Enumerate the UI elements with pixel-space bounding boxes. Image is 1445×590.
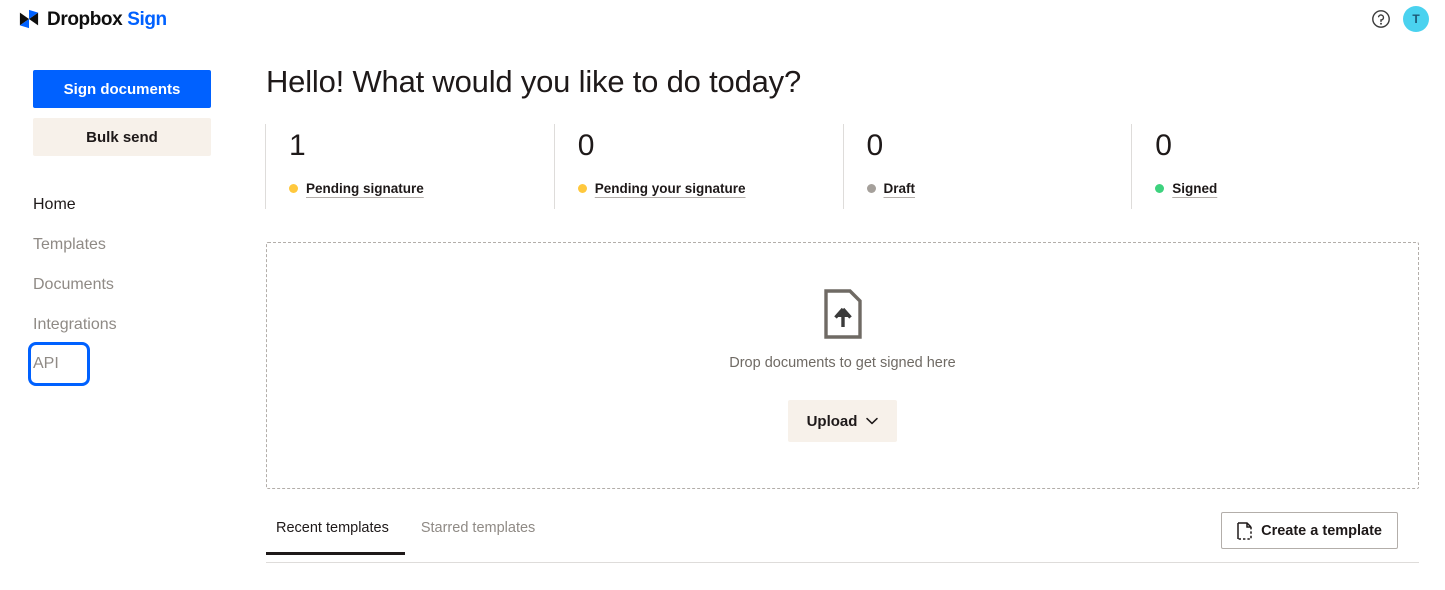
stat-card-pending-signature[interactable]: 1 Pending signature xyxy=(265,124,554,209)
stat-label[interactable]: Pending signature xyxy=(306,181,424,196)
status-dot-icon xyxy=(1155,184,1165,193)
brand-logo[interactable]: Dropbox Sign xyxy=(18,9,167,29)
new-document-icon xyxy=(1237,521,1252,540)
avatar-initial: T xyxy=(1412,12,1420,26)
create-template-button[interactable]: Create a template xyxy=(1221,512,1398,549)
stat-card-draft[interactable]: 0 Draft xyxy=(842,124,1132,209)
stat-card-signed[interactable]: 0 Signed xyxy=(1131,124,1420,209)
tab-starred-templates[interactable]: Starred templates xyxy=(405,520,551,555)
sidebar-nav: Home Templates Documents Integrations AP… xyxy=(28,185,233,386)
stat-label-row: Pending signature xyxy=(289,181,554,196)
stat-value: 0 xyxy=(577,129,595,162)
stat-label[interactable]: Signed xyxy=(1172,181,1217,196)
upload-button-label: Upload xyxy=(806,412,858,430)
templates-tabs: Recent templates Starred templates xyxy=(266,520,551,555)
tabs-divider xyxy=(266,562,1419,563)
stat-value: 0 xyxy=(1155,129,1172,162)
bulk-send-button[interactable]: Bulk send xyxy=(33,118,211,156)
stat-label[interactable]: Draft xyxy=(884,181,916,196)
dropbox-bowtie-icon xyxy=(19,9,39,29)
stat-value: 0 xyxy=(866,129,884,162)
chevron-down-icon xyxy=(866,417,879,425)
help-circle-icon[interactable] xyxy=(1371,9,1391,29)
sidebar-item-integrations[interactable]: Integrations xyxy=(33,305,233,345)
stat-card-pending-your-signature[interactable]: 0 Pending your signature xyxy=(553,124,843,209)
templates-tabs-section: Recent templates Starred templates Creat… xyxy=(266,512,1419,565)
stat-label-row: Signed xyxy=(1155,181,1420,196)
document-dropzone[interactable]: Drop documents to get signed here Upload xyxy=(266,242,1419,489)
stats-row: 1 Pending signature 0 Pending your signa… xyxy=(265,124,1420,209)
document-upload-icon xyxy=(823,289,862,339)
avatar[interactable]: T xyxy=(1403,6,1429,32)
dropzone-text: Drop documents to get signed here xyxy=(729,355,956,371)
sidebar-item-templates[interactable]: Templates xyxy=(33,225,233,265)
top-bar-actions: T xyxy=(1371,6,1429,32)
upload-button[interactable]: Upload xyxy=(787,400,898,442)
tab-recent-templates[interactable]: Recent templates xyxy=(266,520,405,555)
sidebar-item-api[interactable]: API xyxy=(28,342,90,386)
brand-name: Dropbox Sign xyxy=(47,10,167,29)
stat-label-row: Pending your signature xyxy=(577,181,843,196)
brand-name-bold: Dropbox xyxy=(47,8,123,30)
brand-name-accent: Sign xyxy=(127,8,167,30)
top-bar: Dropbox Sign T xyxy=(0,0,1445,42)
status-dot-icon xyxy=(866,184,876,193)
status-dot-icon xyxy=(289,184,298,193)
sidebar-item-documents[interactable]: Documents xyxy=(33,265,233,305)
main-content: Hello! What would you like to do today? … xyxy=(265,42,1445,590)
sign-documents-button[interactable]: Sign documents xyxy=(33,70,211,108)
create-template-label: Create a template xyxy=(1261,522,1382,539)
sidebar-item-home[interactable]: Home xyxy=(33,185,233,225)
stat-label-row: Draft xyxy=(866,181,1132,196)
sidebar: Sign documents Bulk send Home Templates … xyxy=(0,42,265,590)
stat-label[interactable]: Pending your signature xyxy=(595,181,746,196)
status-dot-icon xyxy=(577,184,587,193)
stat-value: 1 xyxy=(289,129,306,162)
page-title: Hello! What would you like to do today? xyxy=(266,64,802,99)
